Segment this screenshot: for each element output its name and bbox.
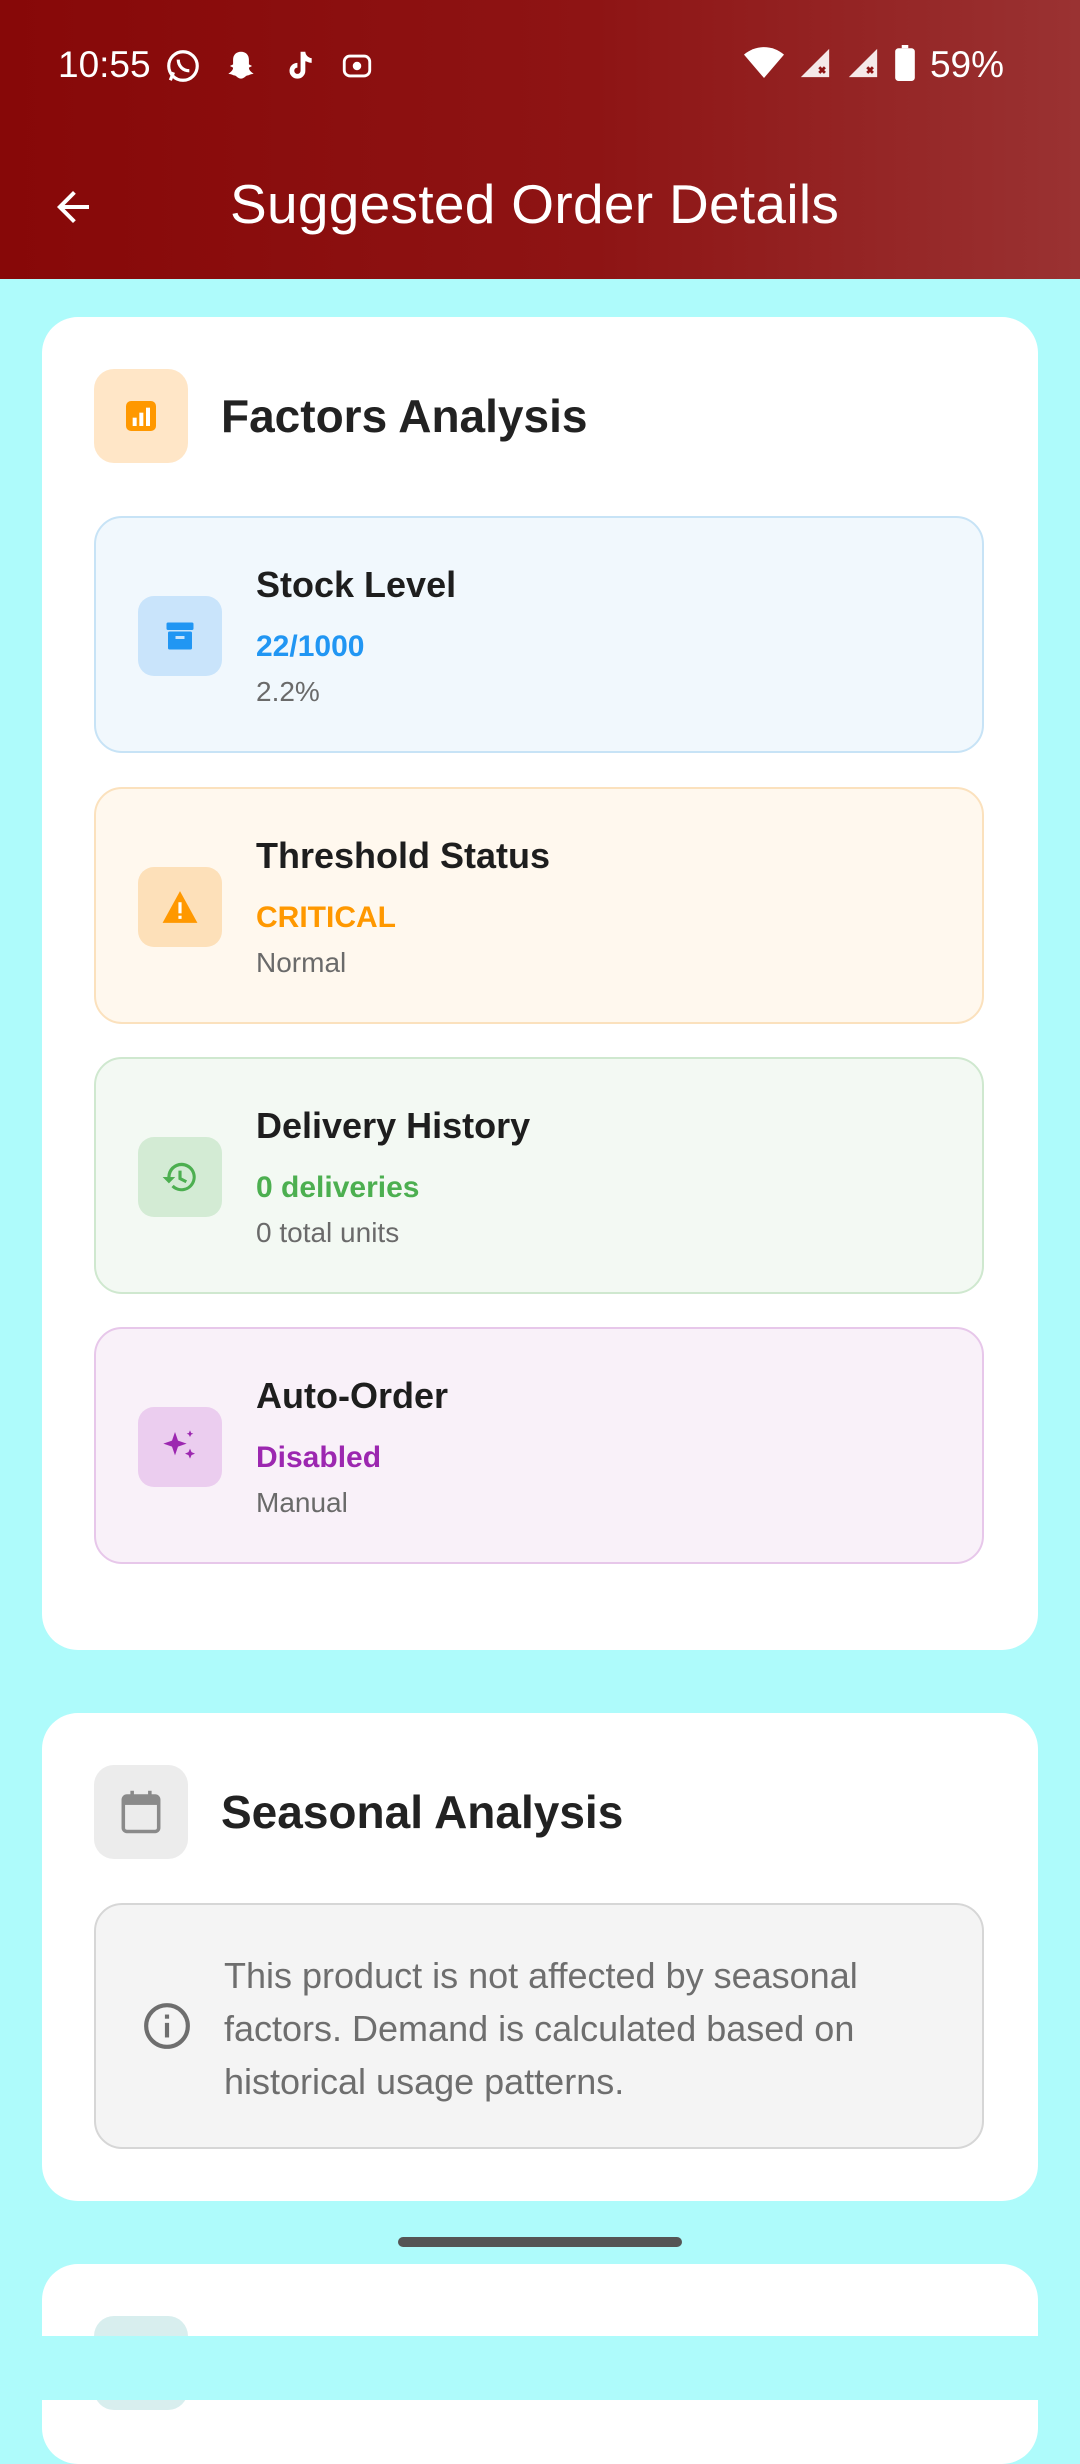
arrow-back-icon [57, 191, 89, 223]
factor-title: Auto-Order [256, 1375, 448, 1416]
battery-icon [894, 44, 916, 86]
factor-value: Disabled [256, 1441, 382, 1474]
system-icons: 59% [743, 44, 1004, 86]
status-time: 10:55 [58, 44, 151, 85]
factor-subtext: Manual [256, 1487, 348, 1518]
seasonal-message: This product is not affected by seasonal… [224, 1955, 858, 2102]
factor-auto-order: Auto-Order Disabled Manual [94, 1327, 984, 1564]
page-title: Suggested Order Details [230, 173, 840, 235]
app-bar: 10:55 59% Suggested Order Details [0, 0, 1080, 279]
back-button[interactable] [46, 180, 100, 234]
factor-subtext: Normal [256, 947, 347, 978]
factors-analysis-card: Factors Analysis Stock Level 22/1000 2.2… [42, 317, 1038, 1650]
seasonal-analysis-card: Seasonal Analysis This product is not af… [42, 1713, 1038, 2201]
navigation-bar [0, 2336, 1080, 2400]
status-bar: 10:55 59% [0, 0, 1080, 130]
factor-value: CRITICAL [256, 901, 396, 934]
signal-icon [798, 46, 832, 85]
factors-card-header: Factors Analysis [94, 369, 587, 463]
sparkles-icon [138, 1407, 222, 1487]
signal-icon [846, 46, 880, 85]
factor-stock-level: Stock Level 22/1000 2.2% [94, 516, 984, 753]
factor-title: Delivery History [256, 1105, 531, 1146]
history-icon [138, 1137, 222, 1217]
factor-threshold-status: Threshold Status CRITICAL Normal [94, 787, 984, 1024]
battery-percent: 59% [929, 44, 1004, 85]
wifi-icon [743, 46, 784, 85]
factor-subtext: 2.2% [256, 676, 320, 707]
info-icon [144, 2003, 190, 2049]
gesture-handle[interactable] [398, 2237, 682, 2247]
whatsapp-icon [163, 46, 203, 86]
calendar-icon [94, 1765, 188, 1859]
seasonal-card-header: Seasonal Analysis [94, 1765, 623, 1859]
factor-title: Threshold Status [256, 835, 551, 876]
seasonal-info-box: This product is not affected by seasonal… [94, 1903, 984, 2149]
snapchat-icon [221, 46, 261, 86]
card-title: Seasonal Analysis [221, 1786, 624, 1838]
notification-icons [163, 46, 377, 86]
factor-title: Stock Level [256, 564, 457, 605]
factor-value: 22/1000 [256, 630, 365, 663]
factor-delivery-history: Delivery History 0 deliveries 0 total un… [94, 1057, 984, 1294]
screen-record-icon [337, 46, 377, 86]
bar-chart-icon [94, 369, 188, 463]
archive-box-icon [138, 596, 222, 676]
factor-subtext: 0 total units [256, 1217, 400, 1248]
warning-icon [138, 867, 222, 947]
tiktok-icon [279, 46, 319, 86]
factor-value: 0 deliveries [256, 1171, 420, 1204]
card-title: Factors Analysis [221, 390, 588, 442]
